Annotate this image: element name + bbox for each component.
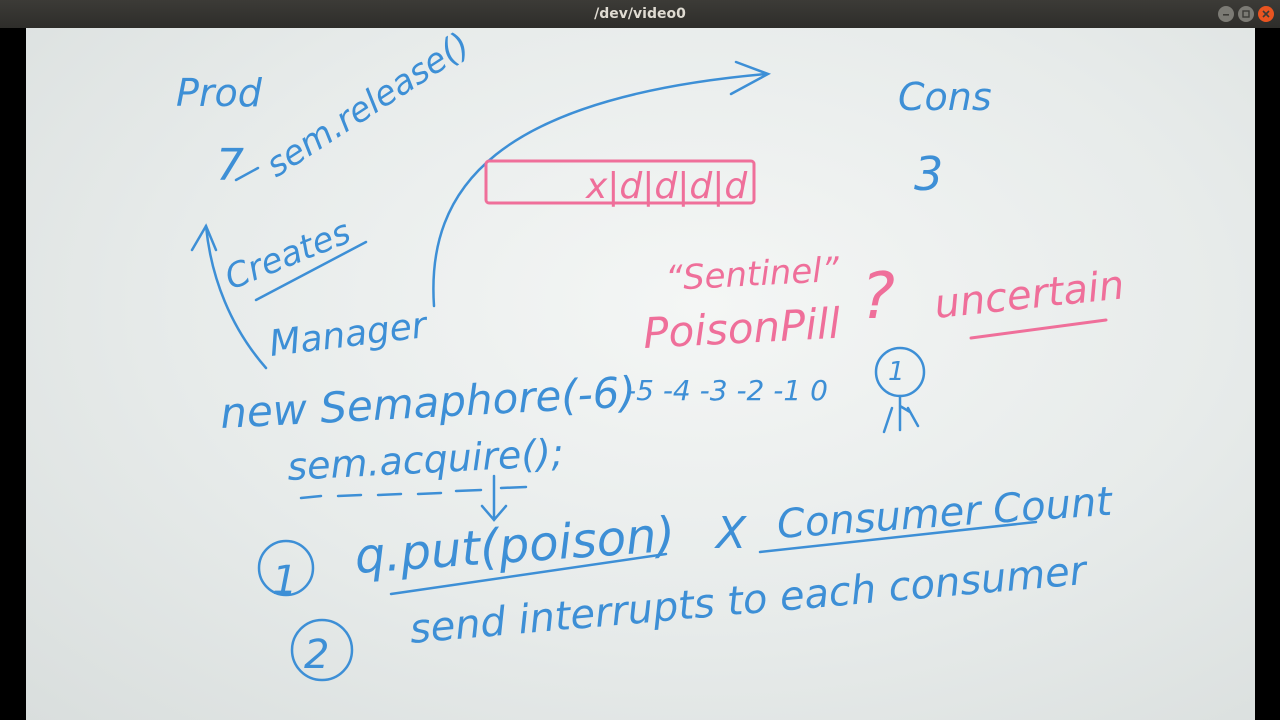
minimize-icon[interactable]: [1218, 6, 1234, 22]
uncertain-label: uncertain: [932, 262, 1126, 328]
acquire-down-arrow: [480, 474, 508, 522]
creates-label: Creates: [219, 212, 356, 298]
new-semaphore-text: new Semaphore(-6): [219, 367, 637, 438]
consumer-count-text: Consumer Count: [775, 479, 1114, 548]
poison-pill-label: PoisonPill: [642, 299, 842, 358]
video-frame: Prod 7 sem.release() Creates Manager Con…: [0, 28, 1280, 720]
circled-one-small: 1: [888, 357, 905, 387]
window-title: /dev/video0: [594, 6, 686, 22]
count-sequence: -5 -4 -3 -2 -1 0: [626, 374, 828, 407]
manager-label: Manager: [267, 305, 431, 365]
whiteboard: Prod 7 sem.release() Creates Manager Con…: [26, 28, 1255, 720]
prod-label: Prod: [176, 71, 263, 115]
acquire-dash-underline: [299, 485, 528, 500]
sem-release-text: sem.release(): [259, 28, 477, 186]
times-symbol: X: [714, 508, 747, 559]
option1-number: 1: [272, 558, 297, 604]
stick-figure-body-icon: [882, 394, 920, 434]
option2-number: 2: [304, 632, 329, 678]
whiteboard-drawing: Prod 7 sem.release() Creates Manager Con…: [176, 28, 1126, 682]
prod-count: 7: [216, 140, 244, 191]
sentinel-label: “Sentinel”: [664, 250, 840, 299]
cons-label: Cons: [898, 75, 992, 119]
option1-text: q.put(poison): [353, 507, 677, 585]
queue-contents: x|d|d|d|d: [585, 166, 748, 207]
question-mark: ?: [861, 260, 895, 334]
maximize-icon[interactable]: [1238, 6, 1254, 22]
close-icon[interactable]: [1258, 6, 1274, 22]
cons-count: 3: [914, 147, 943, 201]
sem-acquire-text: sem.acquire();: [286, 431, 565, 489]
uncertain-underline: [969, 318, 1108, 340]
creates-arrowhead: [190, 223, 218, 252]
window-titlebar[interactable]: /dev/video0: [0, 0, 1280, 28]
